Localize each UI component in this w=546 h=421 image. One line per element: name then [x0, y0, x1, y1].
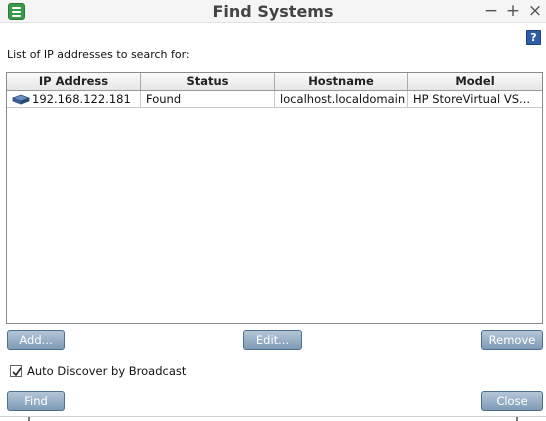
resize-grip-right[interactable] — [516, 417, 518, 421]
table-header: IP Address Status Hostname Model — [7, 73, 542, 91]
edit-button[interactable]: Edit... — [243, 330, 302, 350]
resize-grip-left[interactable] — [28, 417, 30, 421]
column-header-hostname[interactable]: Hostname — [275, 73, 408, 90]
minimize-icon[interactable]: − — [481, 1, 501, 21]
auto-discover-checkbox[interactable] — [10, 365, 22, 377]
add-button[interactable]: Add... — [7, 330, 65, 350]
maximize-icon[interactable]: + — [503, 1, 523, 21]
list-label: List of IP addresses to search for: — [7, 48, 190, 61]
storage-node-icon — [12, 94, 30, 105]
help-icon[interactable]: ? — [526, 30, 541, 45]
cell-status: Found — [141, 91, 275, 107]
title-bar: Find Systems − + × — [0, 0, 546, 23]
window-title: Find Systems — [212, 2, 334, 21]
cell-hostname: localhost.localdomain — [275, 91, 408, 107]
find-button[interactable]: Find — [7, 391, 65, 411]
cell-ip-address: 192.168.122.181 — [7, 91, 141, 107]
auto-discover-label[interactable]: Auto Discover by Broadcast — [27, 364, 186, 378]
cell-model: HP StoreVirtual VS... — [413, 92, 530, 106]
table-row[interactable]: 192.168.122.181 Found localhost.localdom… — [7, 91, 542, 108]
checkmark-icon — [12, 367, 22, 377]
remove-button[interactable]: Remove — [481, 330, 543, 350]
close-button[interactable]: Close — [481, 391, 543, 411]
column-header-status[interactable]: Status — [141, 73, 275, 90]
column-header-ip-address[interactable]: IP Address — [7, 73, 141, 90]
close-window-icon[interactable]: × — [525, 1, 545, 21]
ip-address-table[interactable]: IP Address Status Hostname Model 192.168… — [6, 72, 543, 324]
window-bottom-edge — [0, 416, 546, 417]
ip-address-text: 192.168.122.181 — [32, 92, 131, 106]
column-header-model[interactable]: Model — [408, 73, 542, 90]
